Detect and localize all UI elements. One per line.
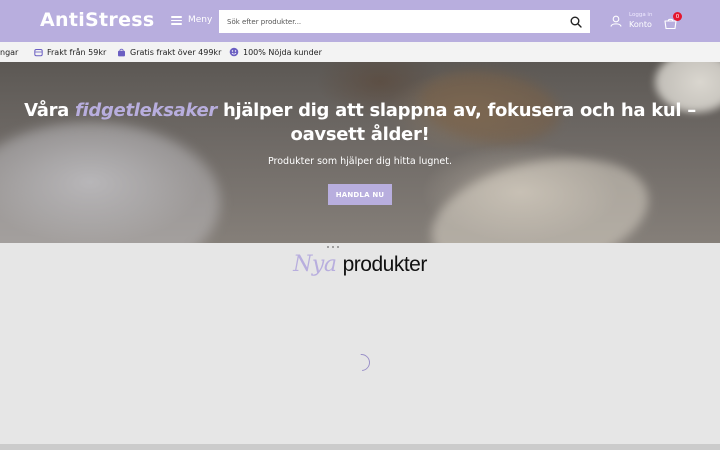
cart-button[interactable]: 0 [664,12,682,34]
hero-banner: Våra fidgetleksaker hjälper dig att slap… [0,62,720,243]
footer-edge [0,444,720,450]
search-input[interactable] [219,10,562,33]
account-login-text: Logga in [629,12,653,18]
cart-count-badge: 0 [673,12,682,21]
account-link[interactable]: Logga in Konto [610,12,653,29]
site-header: AntiStress Meny Logga in Konto 0 [0,0,720,42]
usp-item-shipping: Frakt från 59kr [34,42,106,62]
account-label: Konto [629,19,652,29]
truck-icon [34,48,43,56]
hero-title-accent: fidgetleksaker [74,100,217,121]
user-icon [610,15,622,27]
hero-title: Våra fidgetleksaker hjälper dig att slap… [0,99,720,147]
usp-bar: ngar Frakt från 59kr Gratis frakt över 4… [0,42,720,62]
section-title-plain: produkter [342,253,428,276]
search-icon [570,16,582,28]
hero-title-part1: Våra [24,100,75,121]
smile-icon [229,47,239,57]
site-logo[interactable]: AntiStress [40,9,154,31]
menu-label: Meny [188,15,213,25]
usp-label: ngar [0,47,19,57]
section-title-script: Nya [293,252,337,277]
usp-item-free-shipping: Gratis frakt över 499kr [117,42,221,62]
hero-title-part2: hjälper dig att slappna av, fokusera och… [216,100,696,145]
menu-button[interactable]: Meny [171,15,212,25]
usp-label: Gratis frakt över 499kr [130,47,222,57]
loading-spinner [349,350,374,375]
section-dots [327,246,339,248]
usp-label: 100% Nöjda kunder [243,47,322,57]
usp-item-truncated: ngar [0,42,18,62]
usp-item-satisfaction: 100% Nöjda kunder [229,42,322,62]
hamburger-icon [171,16,182,25]
bag-icon [118,48,125,56]
search-button[interactable] [562,10,590,33]
usp-label: Frakt från 59kr [47,47,107,57]
hero-subtitle: Produkter som hjälper dig hitta lugnet. [267,156,453,167]
section-title: Nya produkter [0,252,720,277]
shop-now-button[interactable]: HANDLA NU [328,184,392,205]
